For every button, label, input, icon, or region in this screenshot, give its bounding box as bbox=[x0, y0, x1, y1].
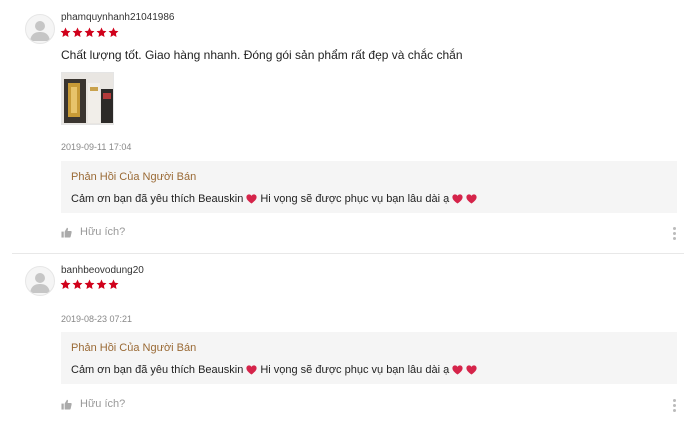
user-silhouette-icon bbox=[30, 273, 50, 293]
heart-icon bbox=[452, 194, 463, 204]
star-icon bbox=[84, 279, 95, 289]
seller-reply-title: Phản Hồi Của Người Bán bbox=[71, 342, 197, 354]
dot bbox=[673, 399, 676, 402]
heart-icon bbox=[452, 365, 463, 375]
product-photo bbox=[62, 73, 113, 124]
heart-icon bbox=[246, 194, 257, 204]
star-icon bbox=[96, 279, 107, 289]
seller-reply-text-part2: Hi vọng sẽ được phục vụ bạn lâu dài ạ bbox=[260, 193, 450, 205]
thumbs-up-icon bbox=[61, 227, 72, 238]
user-silhouette-icon bbox=[30, 21, 50, 41]
star-icon bbox=[60, 279, 71, 289]
heart-icon bbox=[466, 365, 477, 375]
helpful-button[interactable]: Hữu ích? bbox=[61, 226, 125, 238]
more-vertical-icon[interactable] bbox=[673, 399, 677, 412]
review-item: phamquynhanh21041986 Chất lượng tốt. Gia… bbox=[0, 0, 696, 253]
rating-stars bbox=[60, 279, 119, 290]
star-icon bbox=[72, 27, 83, 37]
review-item: banhbeovodung20 2019-08-23 07:21 Phản Hồ… bbox=[0, 254, 696, 435]
seller-reply-text-part1: Cảm ơn bạn đã yêu thích Beauskin bbox=[71, 193, 244, 205]
seller-reply-title: Phản Hồi Của Người Bán bbox=[71, 171, 197, 183]
dot bbox=[673, 237, 676, 240]
thumbs-up-icon bbox=[61, 399, 72, 410]
avatar[interactable] bbox=[25, 14, 55, 44]
dot bbox=[673, 232, 676, 235]
star-icon bbox=[72, 279, 83, 289]
helpful-label: Hữu ích? bbox=[80, 226, 126, 238]
seller-reply: Phản Hồi Của Người Bán Cảm ơn bạn đã yêu… bbox=[61, 161, 677, 213]
review-timestamp: 2019-09-11 17:04 bbox=[61, 142, 132, 152]
review-username[interactable]: banhbeovodung20 bbox=[61, 265, 144, 276]
heart-icon bbox=[246, 365, 257, 375]
seller-reply-text-part2: Hi vọng sẽ được phục vụ bạn lâu dài ạ bbox=[260, 364, 450, 376]
more-vertical-icon[interactable] bbox=[673, 227, 677, 240]
dot bbox=[673, 404, 676, 407]
dot bbox=[673, 227, 676, 230]
star-icon bbox=[108, 279, 119, 289]
star-icon bbox=[60, 27, 71, 37]
avatar[interactable] bbox=[25, 266, 55, 296]
review-timestamp: 2019-08-23 07:21 bbox=[61, 314, 133, 324]
rating-stars bbox=[60, 27, 119, 38]
seller-reply-text: Cảm ơn bạn đã yêu thích Beauskin Hi vọng… bbox=[71, 363, 667, 377]
review-photo-thumbnail[interactable] bbox=[61, 72, 114, 125]
star-icon bbox=[96, 27, 107, 37]
star-icon bbox=[84, 27, 95, 37]
dot bbox=[673, 409, 676, 412]
review-username[interactable]: phamquynhanh21041986 bbox=[61, 12, 174, 23]
review-comment: Chất lượng tốt. Giao hàng nhanh. Đóng gó… bbox=[61, 48, 463, 62]
seller-reply: Phản Hồi Của Người Bán Cảm ơn bạn đã yêu… bbox=[61, 332, 677, 384]
helpful-button[interactable]: Hữu ích? bbox=[61, 398, 125, 410]
heart-icon bbox=[466, 194, 477, 204]
star-icon bbox=[108, 27, 119, 37]
helpful-label: Hữu ích? bbox=[80, 398, 126, 410]
seller-reply-text: Cảm ơn bạn đã yêu thích Beauskin Hi vọng… bbox=[71, 192, 667, 206]
seller-reply-text-part1: Cảm ơn bạn đã yêu thích Beauskin bbox=[71, 364, 244, 376]
